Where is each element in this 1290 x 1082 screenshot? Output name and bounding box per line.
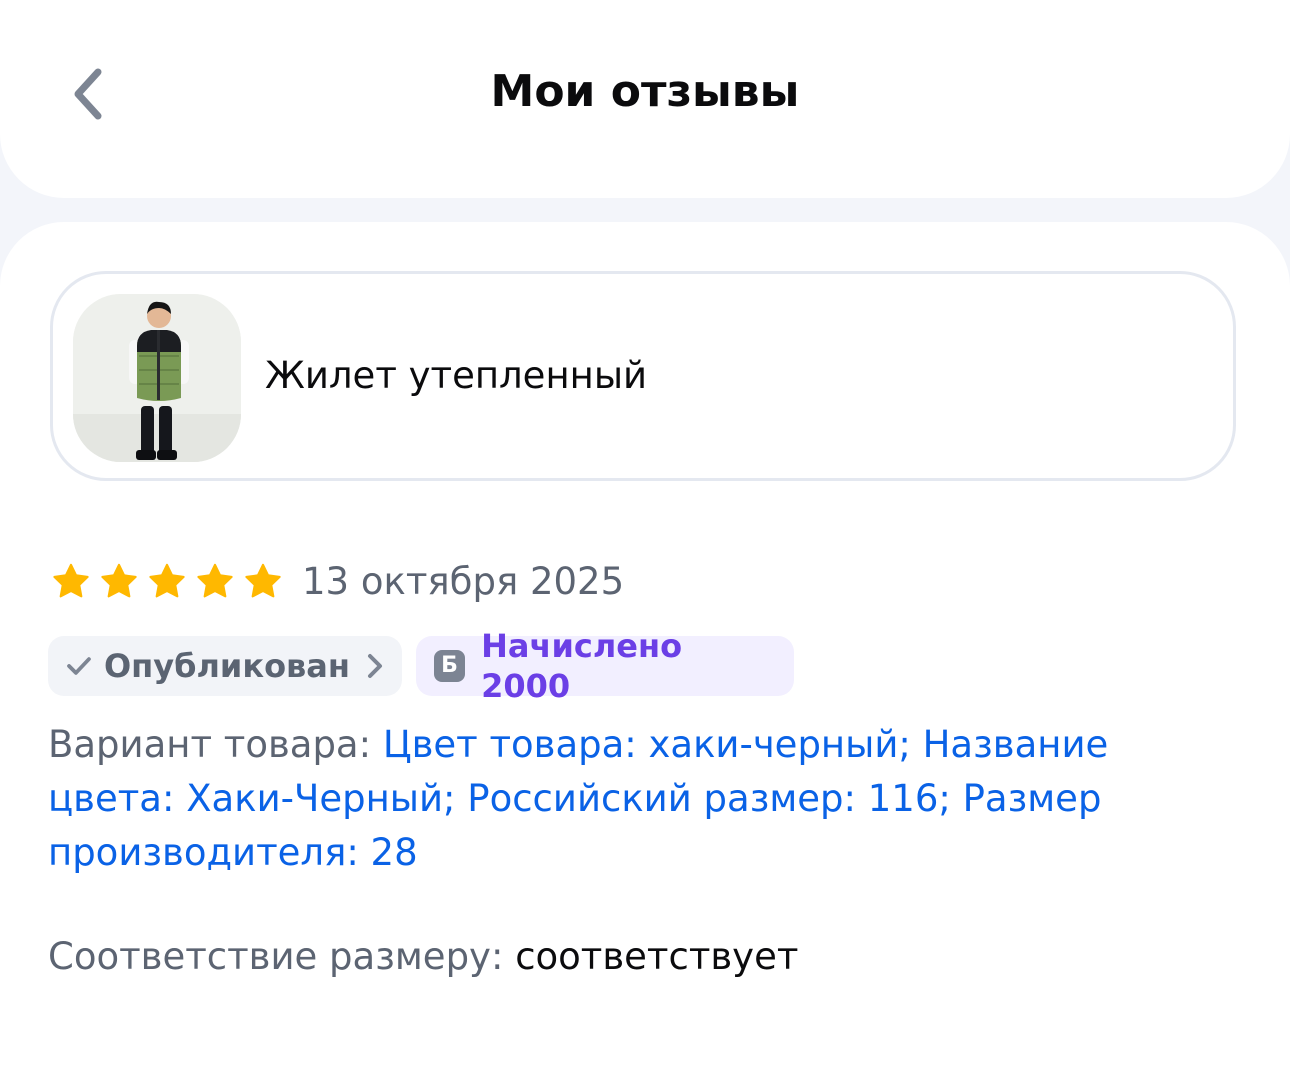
bonus-icon: Б xyxy=(434,650,466,682)
bonus-badge: Б Начислено 2000 xyxy=(416,627,794,705)
product-photo xyxy=(73,294,241,462)
status-badge[interactable]: Опубликован xyxy=(48,636,402,696)
bonus-label: Начислено 2000 xyxy=(481,627,683,705)
page-title: Мои отзывы xyxy=(490,66,800,117)
review-date: 13 октября 2025 xyxy=(302,560,625,603)
star-icon xyxy=(197,563,233,598)
product-image xyxy=(73,294,241,462)
star-rating xyxy=(50,561,284,603)
star-icon xyxy=(101,563,137,598)
status-label: Опубликован xyxy=(103,647,350,685)
size-fit-label: Соответствие размеру: xyxy=(48,935,504,978)
badge-row: Опубликован Б Начислено 2000 xyxy=(48,627,794,705)
size-fit-value: соответствует xyxy=(515,935,799,978)
star-icon xyxy=(149,563,185,598)
product-variant: Вариант товара: Цвет товара: хаки-черный… xyxy=(48,718,1238,880)
star-icon xyxy=(245,563,281,598)
check-icon xyxy=(67,657,91,675)
rating-row: 13 октября 2025 xyxy=(50,558,624,606)
chevron-right-icon xyxy=(366,652,384,680)
star-icon xyxy=(53,563,89,598)
product-card[interactable]: Жилет утепленный xyxy=(50,271,1236,481)
product-name: Жилет утепленный xyxy=(265,354,648,397)
top-app-bar: Мои отзывы xyxy=(0,0,1290,198)
variant-label: Вариант товара: xyxy=(48,723,372,766)
size-fit: Соответствие размеру: соответствует xyxy=(48,930,798,984)
review-card: Жилет утепленный 13 октября 2025 Опублик… xyxy=(0,222,1290,1082)
